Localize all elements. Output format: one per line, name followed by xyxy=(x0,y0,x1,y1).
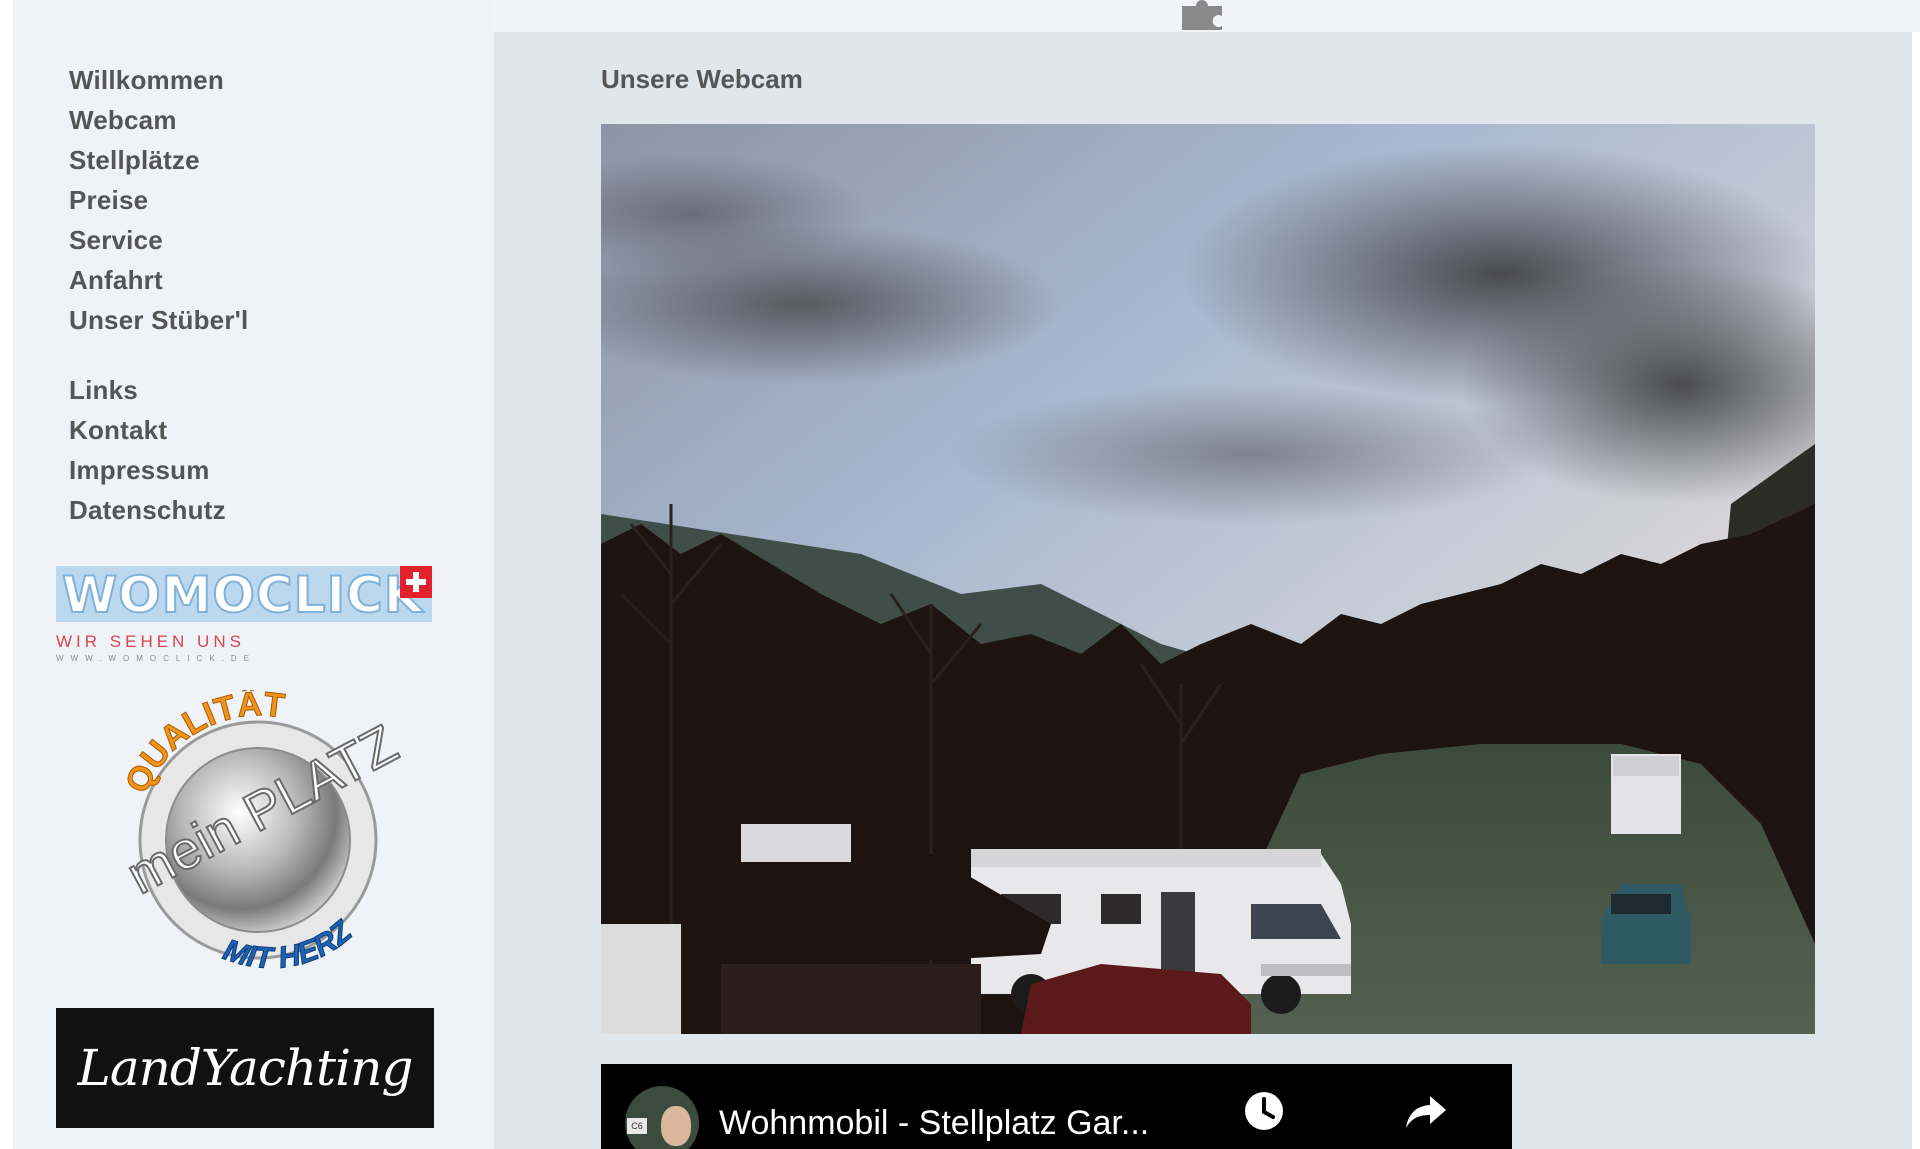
avatar-sign: C6 xyxy=(627,1118,647,1134)
webcam-image[interactable] xyxy=(601,124,1815,1034)
nav-datenschutz[interactable]: Datenschutz xyxy=(69,490,248,530)
plugin-puzzle-icon xyxy=(1182,0,1222,30)
swiss-flag-icon xyxy=(400,566,432,598)
page-title: Unsere Webcam xyxy=(601,64,803,94)
avatar-face xyxy=(661,1106,691,1146)
nav-impressum[interactable]: Impressum xyxy=(69,450,248,490)
clock-icon[interactable] xyxy=(1243,1090,1285,1132)
nav-links[interactable]: Links xyxy=(69,370,248,410)
video-title[interactable]: Wohnmobil - Stellplatz Gar... xyxy=(719,1104,1149,1143)
nav-divider xyxy=(69,340,248,370)
womoclick-wordmark: WOMOCLICK xyxy=(61,566,424,624)
quality-seal-logo[interactable]: QUALITÄT mein PLATZ MIT HERZ xyxy=(100,685,420,990)
share-icon[interactable] xyxy=(1404,1092,1448,1132)
webcam-scene xyxy=(601,124,1815,1034)
nav-webcam[interactable]: Webcam xyxy=(69,100,248,140)
nav-stellplaetze[interactable]: Stellplätze xyxy=(69,140,248,180)
womoclick-tagline: WIR SEHEN UNS xyxy=(56,632,245,651)
womoclick-url: WWW.WOMOCLICK.DE xyxy=(56,654,256,663)
nav-kontakt[interactable]: Kontakt xyxy=(69,410,248,450)
channel-avatar[interactable]: C6 xyxy=(625,1086,699,1149)
seal-graphic: QUALITÄT mein PLATZ MIT HERZ xyxy=(116,685,408,976)
nav-willkommen[interactable]: Willkommen xyxy=(69,60,248,100)
nav-service[interactable]: Service xyxy=(69,220,248,260)
video-embed[interactable]: C6 Wohnmobil - Stellplatz Gar... xyxy=(601,1064,1512,1149)
nav-preise[interactable]: Preise xyxy=(69,180,248,220)
nav-anfahrt[interactable]: Anfahrt xyxy=(69,260,248,300)
nav-unser-stuberl[interactable]: Unser Stüber'l xyxy=(69,300,248,340)
sidebar-nav: Willkommen Webcam Stellplätze Preise Ser… xyxy=(69,60,248,530)
womoclick-logo[interactable]: WOMOCLICK WIR SEHEN UNS WWW.WOMOCLICK.DE xyxy=(56,566,432,666)
page: Willkommen Webcam Stellplätze Preise Ser… xyxy=(0,0,1920,1149)
landyachting-logo[interactable]: LandYachting xyxy=(56,1008,434,1128)
landyachting-wordmark: LandYachting xyxy=(77,1039,414,1097)
